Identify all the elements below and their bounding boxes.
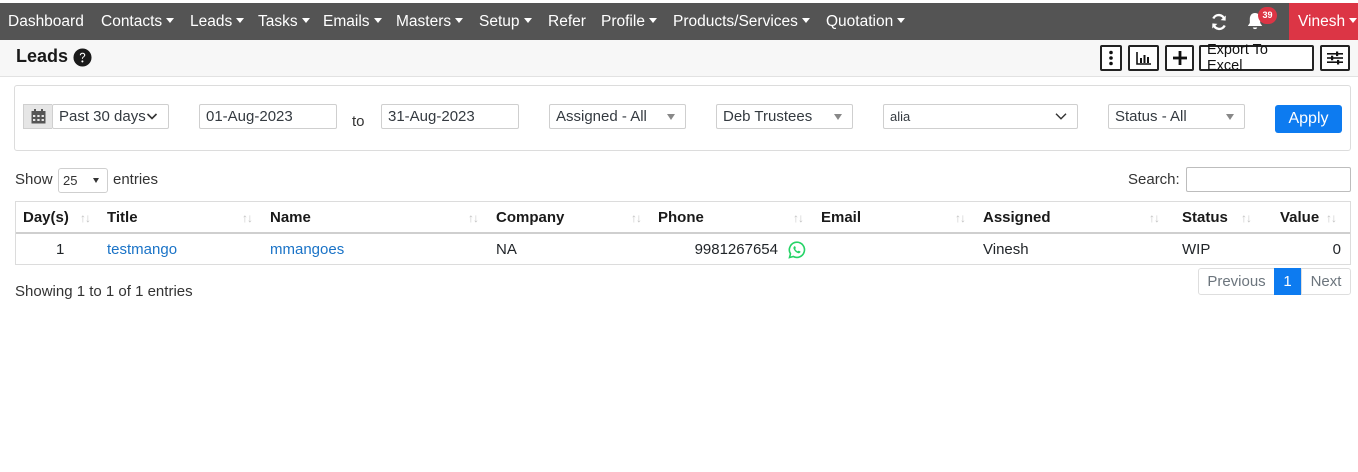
bar-chart-icon xyxy=(1135,52,1151,65)
chevron-down-icon xyxy=(455,18,464,24)
search-label: Search: xyxy=(1128,171,1180,188)
user-menu-button[interactable]: Vinesh xyxy=(1289,3,1358,40)
apply-button[interactable]: Apply xyxy=(1275,105,1342,133)
chevron-down-icon xyxy=(93,178,99,183)
cell-company: NA xyxy=(496,241,517,258)
cell-status: WIP xyxy=(1182,241,1211,258)
cell-title-link[interactable]: testmango xyxy=(107,236,177,264)
chevron-down-icon xyxy=(523,18,532,24)
from-date-input[interactable]: 01-Aug-2023 xyxy=(199,104,337,129)
chevron-down-icon xyxy=(373,18,382,24)
column-header-email[interactable]: Email xyxy=(821,202,861,234)
sort-icon[interactable]: ↑↓ xyxy=(1326,202,1337,234)
page-header: Leads Export To Excel xyxy=(0,40,1358,77)
nav-leads[interactable]: Leads xyxy=(190,3,245,40)
sort-icon[interactable]: ↑↓ xyxy=(80,202,91,234)
column-header-company[interactable]: Company xyxy=(496,202,564,234)
nav-masters[interactable]: Masters xyxy=(396,3,464,40)
lead-search-select[interactable]: alia xyxy=(883,104,1078,129)
show-label: Show xyxy=(15,171,53,188)
nav-quotation[interactable]: Quotation xyxy=(826,3,906,40)
sort-icon[interactable]: ↑↓ xyxy=(631,202,642,234)
status-select[interactable]: Status - All xyxy=(1108,104,1245,129)
chart-view-button[interactable] xyxy=(1128,45,1159,71)
nav-setup[interactable]: Setup xyxy=(479,3,532,40)
chevron-down-icon xyxy=(1349,18,1358,24)
nav-profile[interactable]: Profile xyxy=(601,3,657,40)
entries-label: entries xyxy=(113,171,159,188)
whatsapp-icon[interactable] xyxy=(788,241,806,259)
previous-page-button[interactable]: Previous xyxy=(1198,268,1275,295)
chevron-down-icon xyxy=(236,18,245,24)
question-circle-icon[interactable] xyxy=(73,48,92,67)
trustee-select[interactable]: Deb Trustees xyxy=(716,104,853,129)
table-header-row: Day(s) ↑↓ Title ↑↓ Name ↑↓ Company ↑↓ Ph… xyxy=(16,202,1350,234)
chevron-down-icon xyxy=(1055,113,1067,120)
column-settings-button[interactable] xyxy=(1320,45,1350,71)
chevron-down-icon xyxy=(1226,114,1234,120)
add-lead-button[interactable] xyxy=(1165,45,1194,71)
more-options-button[interactable] xyxy=(1100,45,1122,71)
current-page-button[interactable]: 1 xyxy=(1274,268,1301,295)
chevron-down-icon xyxy=(667,114,675,120)
nav-emails[interactable]: Emails xyxy=(323,3,382,40)
cell-name-link[interactable]: mmangoes xyxy=(270,236,344,264)
page-title: Leads xyxy=(16,46,69,66)
sort-icon[interactable]: ↑↓ xyxy=(468,202,479,234)
refresh-icon[interactable] xyxy=(1207,3,1231,40)
page-length-select[interactable]: 25 xyxy=(58,168,108,193)
plus-icon xyxy=(1172,51,1187,65)
sort-icon[interactable]: ↑↓ xyxy=(242,202,253,234)
table-info: Showing 1 to 1 of 1 entries xyxy=(15,283,193,300)
nav-dashboard[interactable]: Dashboard xyxy=(8,3,84,40)
notification-badge: 39 xyxy=(1258,7,1277,24)
cell-value: 0 xyxy=(1332,241,1341,258)
column-header-status[interactable]: Status xyxy=(1182,202,1228,234)
column-header-assigned[interactable]: Assigned xyxy=(983,202,1051,234)
sort-icon[interactable]: ↑↓ xyxy=(1241,202,1252,234)
sort-icon[interactable]: ↑↓ xyxy=(955,202,966,234)
chevron-down-icon xyxy=(146,113,158,120)
cell-days: 1 xyxy=(56,241,65,258)
to-label: to xyxy=(352,113,365,130)
column-header-value[interactable]: Value xyxy=(1280,202,1319,234)
nav-contacts[interactable]: Contacts xyxy=(101,3,175,40)
nav-refer[interactable]: Refer xyxy=(548,3,586,40)
chevron-down-icon xyxy=(801,18,810,24)
chevron-down-icon xyxy=(648,18,657,24)
sort-icon[interactable]: ↑↓ xyxy=(793,202,804,234)
main-navbar: Dashboard Contacts Leads Tasks Emails Ma… xyxy=(0,3,1358,40)
column-header-name[interactable]: Name xyxy=(270,202,311,234)
cell-assigned: Vinesh xyxy=(983,241,1029,258)
column-header-phone[interactable]: Phone xyxy=(658,202,704,234)
to-date-input[interactable]: 31-Aug-2023 xyxy=(381,104,519,129)
cell-phone: 9981267654 xyxy=(694,241,778,258)
date-range-select[interactable]: Past 30 days xyxy=(52,104,169,129)
calendar-icon[interactable] xyxy=(23,104,52,129)
nav-products-services[interactable]: Products/Services xyxy=(673,3,810,40)
chevron-down-icon xyxy=(301,18,310,24)
chevron-down-icon xyxy=(897,18,906,24)
next-page-button[interactable]: Next xyxy=(1301,268,1351,295)
table-search-input[interactable] xyxy=(1186,167,1351,192)
sliders-icon xyxy=(1327,51,1343,65)
column-header-days[interactable]: Day(s) xyxy=(23,202,69,234)
sort-icon[interactable]: ↑↓ xyxy=(1149,202,1160,234)
chevron-down-icon xyxy=(166,18,175,24)
nav-tasks[interactable]: Tasks xyxy=(258,3,310,40)
assigned-select[interactable]: Assigned - All xyxy=(549,104,686,129)
vertical-dots-icon xyxy=(1109,50,1113,66)
chevron-down-icon xyxy=(834,114,842,120)
export-to-excel-button[interactable]: Export To Excel xyxy=(1199,42,1314,74)
column-header-title[interactable]: Title xyxy=(107,202,138,234)
leads-table: Day(s) ↑↓ Title ↑↓ Name ↑↓ Company ↑↓ Ph… xyxy=(15,201,1351,265)
